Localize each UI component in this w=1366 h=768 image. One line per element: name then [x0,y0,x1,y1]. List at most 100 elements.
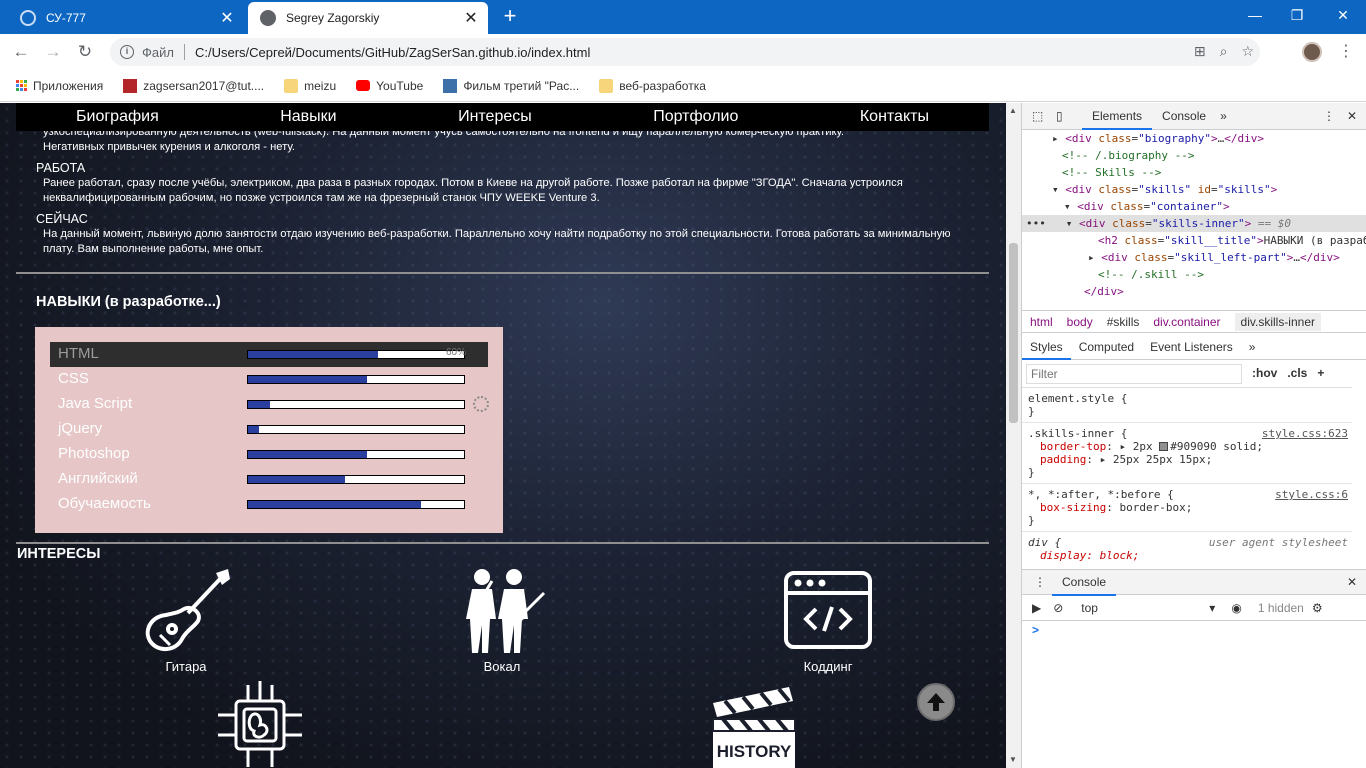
tab-console-drawer[interactable]: Console [1052,569,1117,596]
dom-node[interactable]: ▾ <div class="skills" id="skills"> [1022,181,1366,198]
chevron-down-icon[interactable]: ▾ [1209,601,1215,615]
css-property[interactable]: border-top: ▸ 2px #909090 solid; [1028,440,1346,453]
dom-node[interactable]: ▾ <div class="container"> [1022,198,1366,215]
color-swatch[interactable] [1159,442,1169,451]
css-property: display: block; [1040,549,1140,562]
crumb-html[interactable]: html [1030,315,1053,329]
forward-icon[interactable]: → [40,40,66,64]
styles-tabbar: Styles Computed Event Listeners » [1022,334,1366,360]
dom-node[interactable]: </div> [1022,283,1366,300]
bookmark-film[interactable]: Фильм третий "Рас... [443,78,579,93]
scrollbar-thumb[interactable] [1009,243,1018,423]
close-drawer-icon[interactable]: ✕ [1347,575,1357,589]
eye-icon[interactable]: ◉ [1231,601,1241,615]
bookmark-meizu[interactable]: meizu [284,78,336,93]
menu-icon[interactable]: ⋮ [1338,41,1354,63]
new-tab-button[interactable]: + [498,4,522,30]
now-heading: СЕЙЧАС [36,212,88,226]
class-button[interactable]: .cls [1287,366,1307,380]
context-selector[interactable]: top [1081,601,1209,615]
star-icon[interactable]: ☆ [1241,43,1254,60]
dom-node[interactable]: ▸ <div class="biography">…</div> [1022,130,1366,147]
close-icon[interactable]: ✕ [216,8,238,28]
interest-vocal[interactable]: Вокал [442,565,562,674]
interest-history[interactable]: HISTORY [698,681,808,768]
crumb-skills-inner[interactable]: div.skills-inner [1234,312,1321,331]
back-icon[interactable]: ← [8,40,34,64]
nav-portfolio[interactable]: Портфолио [653,108,738,126]
css-rule[interactable]: style.css:623 .skills-inner { border-top… [1022,423,1352,484]
tab-event-listeners[interactable]: Event Listeners [1142,334,1241,360]
vocal-icon [466,569,546,653]
dom-node[interactable]: ▸ <div class="skill_left-part">…</div> [1022,249,1366,266]
crumb-skills[interactable]: #skills [1107,315,1140,329]
interest-coding[interactable]: Коддинг [768,565,888,674]
tab-computed[interactable]: Computed [1071,334,1142,360]
css-property[interactable]: box-sizing: border-box; [1028,501,1346,514]
sidebar-toggle-icon[interactable]: ▶ [1032,601,1041,615]
scroll-down-icon[interactable]: ▼ [1009,755,1017,764]
bookmarks-bar: Приложения zagsersan2017@tut.... meizu Y… [0,70,1366,102]
tab-console[interactable]: Console [1152,103,1216,130]
inspect-icon[interactable]: ⬚ [1032,109,1048,123]
interest-guitar[interactable]: Гитара [126,565,246,674]
crumb-container[interactable]: div.container [1153,315,1220,329]
dom-comment[interactable]: <!-- Skills --> [1022,164,1366,181]
css-rule[interactable]: style.css:6 *, *:after, *:before { box-s… [1022,484,1352,532]
bookmark-mail[interactable]: zagsersan2017@tut.... [123,78,264,93]
dom-node-selected[interactable]: ••• ▾ <div class="skills-inner"> == $0 [1022,215,1366,232]
page-scrollbar[interactable]: ▲ ▼ [1006,103,1021,768]
device-toolbar-icon[interactable]: ▯ [1056,109,1072,123]
dom-comment[interactable]: <!-- /.skill --> [1022,266,1366,283]
tab-segrey-zagorskiy[interactable]: Segrey Zagorskiy ✕ [248,2,488,34]
css-rule[interactable]: user agent stylesheet div { display: blo… [1022,532,1352,565]
drawer-menu-icon[interactable]: ⋮ [1034,575,1046,589]
skill-progress-fill [248,401,270,408]
tab-styles[interactable]: Styles [1022,334,1071,360]
close-icon[interactable]: ✕ [460,8,482,28]
rule-source-link[interactable]: style.css:6 [1275,488,1348,501]
scroll-up-icon[interactable]: ▲ [1009,106,1017,115]
crumb-body[interactable]: body [1067,315,1093,329]
hover-state-button[interactable]: :hov [1252,366,1277,380]
dom-comment[interactable]: <!-- /.biography --> [1022,147,1366,164]
tab-su777[interactable]: СУ-777 ✕ [8,2,244,34]
restore-icon[interactable]: ❐ [1274,0,1320,30]
tab-elements[interactable]: Elements [1082,103,1153,130]
bookmark-youtube[interactable]: YouTube [356,79,423,93]
bookmark-apps[interactable]: Приложения [16,79,103,93]
zoom-icon[interactable]: ⌕ [1220,43,1228,60]
more-subtabs-icon[interactable]: » [1241,334,1264,360]
css-property[interactable]: padding: ▸ 25px 25px 15px; [1028,453,1346,466]
avatar[interactable] [1302,42,1322,62]
address-bar[interactable]: i Файл C:/Users/Сергей/Documents/GitHub/… [110,38,1260,66]
minimize-icon[interactable]: — [1232,0,1278,30]
reload-icon[interactable]: ↻ [72,40,98,64]
gear-icon[interactable]: ⚙ [1312,601,1323,615]
css-rule[interactable]: element.style { } [1022,388,1352,423]
dom-node[interactable]: <h2 class="skill__title">НАВЫКИ (в разра… [1022,232,1366,249]
nav-biography[interactable]: Биография [76,108,159,126]
console-prompt[interactable]: > [1032,623,1039,637]
guitar-icon [145,569,230,651]
info-icon[interactable]: i [120,45,134,59]
console-toolbar: ▶ ⊘ top ▾ ◉ 1 hidden ⚙ [1022,595,1366,621]
scroll-to-top-button[interactable] [917,683,955,721]
bookmark-webdev[interactable]: веб-разработка [599,78,706,93]
styles-filter-input[interactable] [1026,364,1242,384]
rule-source-link[interactable]: style.css:623 [1262,427,1348,440]
interest-brain[interactable] [210,679,310,768]
new-rule-button[interactable]: + [1317,366,1324,380]
nav-interests[interactable]: Интересы [458,108,532,126]
nav-contacts[interactable]: Контакты [860,108,929,126]
close-window-icon[interactable]: ✕ [1320,0,1366,30]
skill-name: jQuery [58,420,103,437]
bio-text: Негативных привычек курения и алкоголя -… [43,141,295,153]
translate-icon[interactable]: ⊞ [1194,43,1206,60]
nav-skills[interactable]: Навыки [280,108,336,126]
clear-console-icon[interactable]: ⊘ [1053,601,1063,615]
close-devtools-icon[interactable]: ✕ [1347,109,1357,123]
more-tabs-icon[interactable]: » [1220,109,1227,123]
url-text[interactable]: C:/Users/Сергей/Documents/GitHub/ZagSerS… [195,45,590,60]
devtools-menu-icon[interactable]: ⋮ [1323,109,1335,123]
